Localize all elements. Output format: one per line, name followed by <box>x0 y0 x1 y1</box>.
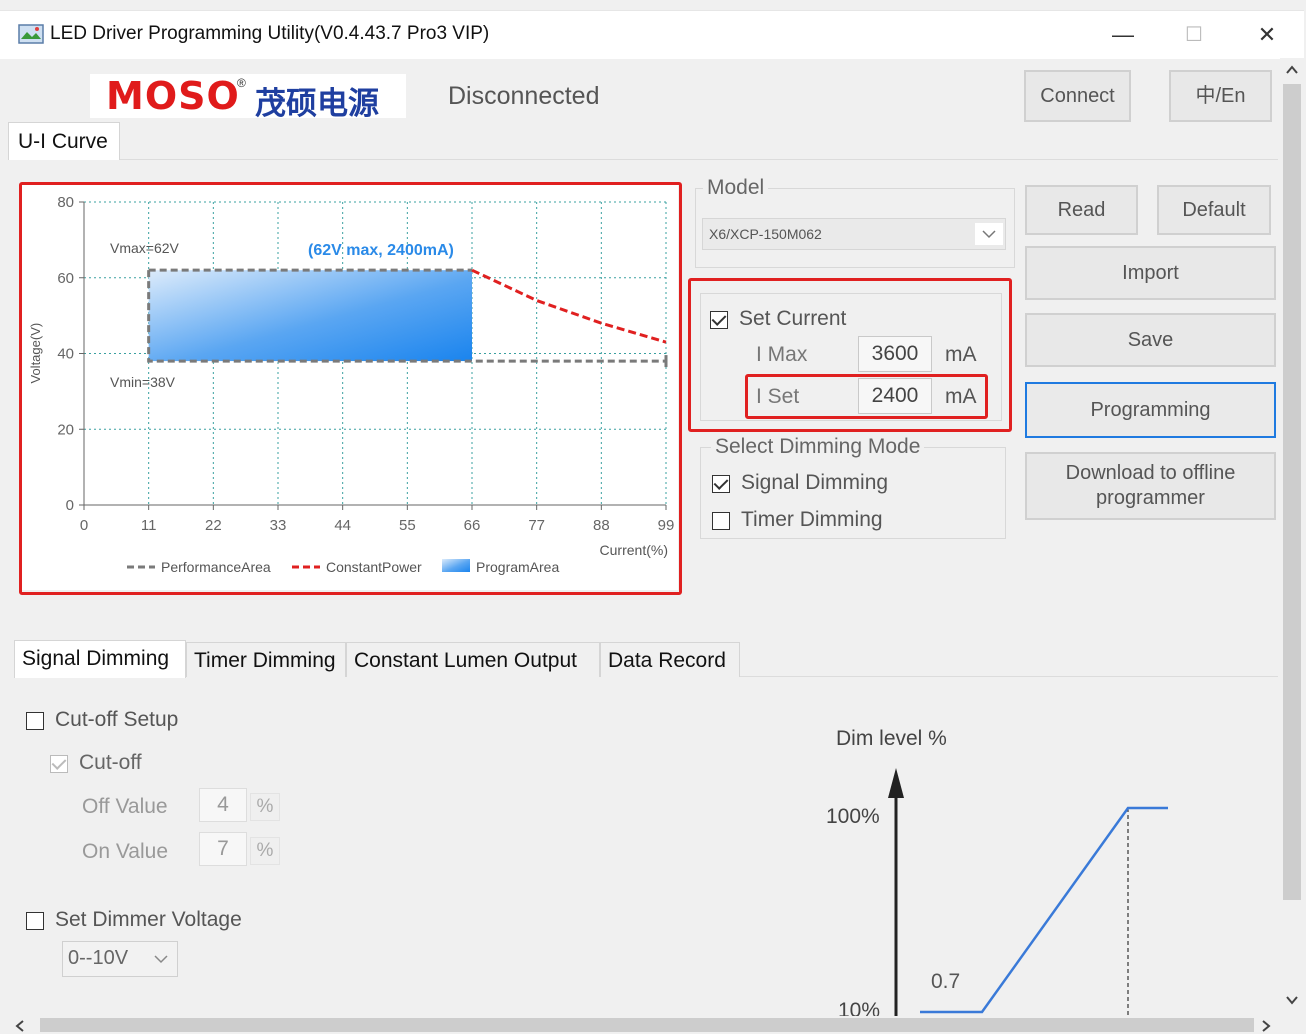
save-button[interactable]: Save <box>1025 313 1276 367</box>
download-offline-button[interactable]: Download to offline programmer <box>1025 452 1276 520</box>
dim-10-label: 10% <box>838 999 881 1016</box>
horizontal-scroll-thumb[interactable] <box>40 1018 1254 1032</box>
off-value-label: Off Value <box>82 795 168 818</box>
scroll-left-icon[interactable] <box>12 1018 28 1034</box>
chevron-down-icon <box>147 948 175 970</box>
read-button[interactable]: Read <box>1025 185 1138 235</box>
horizontal-scrollbar[interactable] <box>0 1016 1306 1034</box>
chart-highlight-frame <box>19 182 682 595</box>
chevron-down-icon <box>975 223 1003 245</box>
model-select[interactable]: X6/XCP-150M062 <box>702 218 1006 250</box>
dimmer-voltage-value: 0--10V <box>68 947 129 969</box>
off-value-field[interactable]: 4 <box>199 788 247 822</box>
dimming-mode-legend: Select Dimming Mode <box>711 435 925 459</box>
connect-button[interactable]: Connect <box>1024 70 1131 122</box>
scroll-up-icon[interactable] <box>1284 62 1300 78</box>
tab-data-record[interactable]: Data Record <box>600 642 740 677</box>
logo: MOSO ® 茂硕电源 <box>90 74 406 121</box>
signal-dimming-checkbox[interactable] <box>712 475 730 493</box>
app-icon <box>18 24 44 44</box>
programming-button[interactable]: Programming <box>1025 382 1276 438</box>
logo-chinese: 茂硕电源 <box>255 86 379 121</box>
vertical-scrollbar[interactable] <box>1280 58 1304 1016</box>
on-value-unit: % <box>250 837 280 865</box>
logo-registered-mark: ® <box>237 76 246 90</box>
cutoff-setup-checkbox[interactable] <box>26 712 44 730</box>
set-dimmer-voltage-checkbox[interactable] <box>26 912 44 930</box>
language-toggle-button[interactable]: 中/En <box>1169 70 1272 122</box>
tab-constant-lumen-output[interactable]: Constant Lumen Output <box>346 642 600 677</box>
arrow-up-icon <box>888 768 904 798</box>
tab-ui-curve[interactable]: U-I Curve <box>8 122 120 160</box>
timer-dimming-label: Timer Dimming <box>741 508 883 531</box>
dim-100-label: 100% <box>826 805 880 828</box>
set-dimmer-voltage-label: Set Dimmer Voltage <box>55 908 242 931</box>
connection-status: Disconnected <box>448 82 600 110</box>
window-title: LED Driver Programming Utility(V0.4.43.7… <box>50 23 490 44</box>
model-select-value: X6/XCP-150M062 <box>709 226 822 242</box>
off-value-unit: % <box>250 793 280 821</box>
vertical-scroll-thumb[interactable] <box>1283 84 1301 900</box>
model-legend: Model <box>703 176 769 200</box>
tab-timer-dimming[interactable]: Timer Dimming <box>186 642 346 677</box>
scroll-right-icon[interactable] <box>1258 1018 1274 1034</box>
dim-curve <box>920 806 1168 1014</box>
on-value-field[interactable]: 7 <box>199 832 247 866</box>
dimmer-voltage-select[interactable]: 0--10V <box>62 941 178 977</box>
cutoff-label: Cut-off <box>79 751 142 774</box>
maximize-button[interactable]: ☐ <box>1174 19 1214 51</box>
on-value-label: On Value <box>82 840 168 863</box>
signal-dimming-label: Signal Dimming <box>741 471 889 494</box>
dim-level-graph <box>888 768 1168 1016</box>
tab-divider <box>120 159 1278 160</box>
tab-divider-bottom <box>740 676 1278 677</box>
scroll-down-icon[interactable] <box>1284 992 1300 1008</box>
default-button[interactable]: Default <box>1157 185 1271 235</box>
logo-latin: MOSO <box>106 74 240 118</box>
timer-dimming-checkbox[interactable] <box>712 512 730 530</box>
cutoff-setup-label: Cut-off Setup <box>55 708 179 731</box>
import-button[interactable]: Import <box>1025 246 1276 300</box>
dim-level-axis-label: Dim level % <box>836 727 947 750</box>
close-button[interactable]: ✕ <box>1247 19 1287 51</box>
iset-highlight-frame <box>745 374 988 419</box>
minimize-button[interactable]: — <box>1103 19 1143 51</box>
title-bar: LED Driver Programming Utility(V0.4.43.7… <box>0 10 1304 59</box>
cutoff-checkbox[interactable] <box>50 755 68 773</box>
tab-signal-dimming[interactable]: Signal Dimming <box>14 640 186 678</box>
